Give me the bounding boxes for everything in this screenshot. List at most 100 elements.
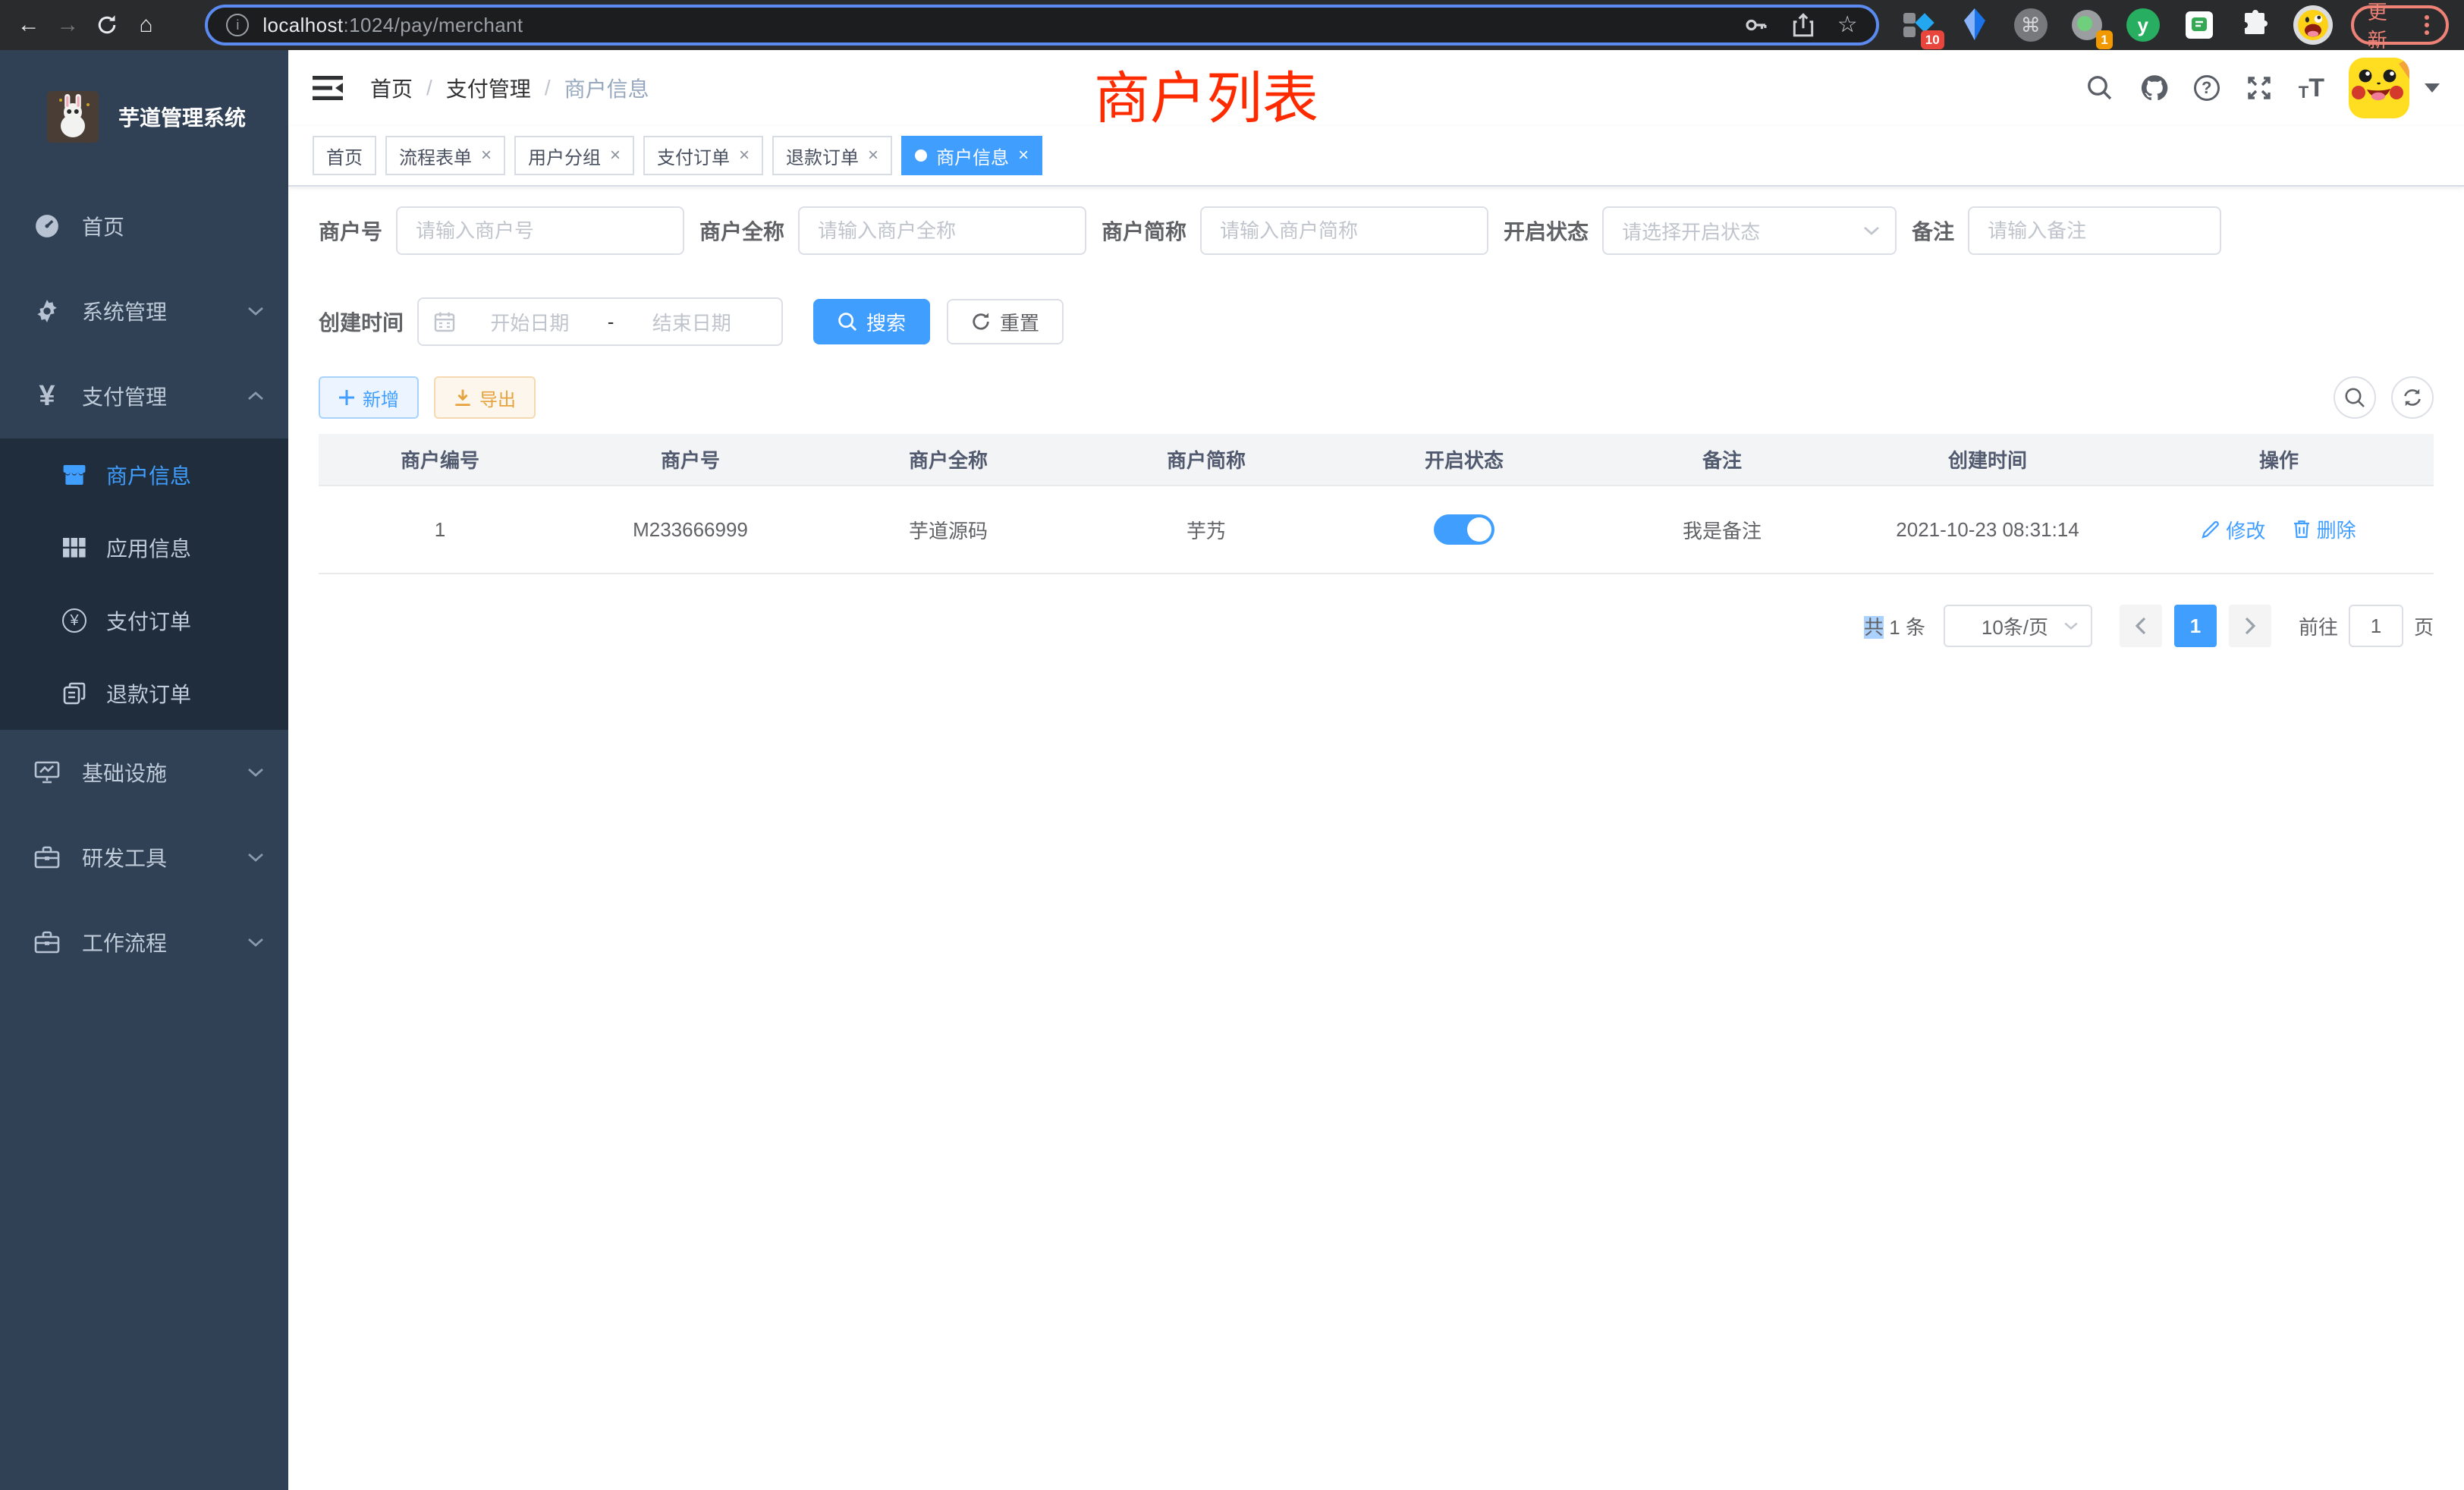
sidebar-item-pay-order[interactable]: ¥ 支付订单 (0, 584, 288, 657)
browser-back-button[interactable]: ← (9, 5, 49, 45)
notes-glyph (2184, 10, 2214, 40)
browser-update-button[interactable]: 更新 (2351, 5, 2449, 45)
browser-profile-avatar[interactable] (2293, 5, 2333, 45)
filter-create-time: 创建时间 开始日期 - 结束日期 (319, 297, 783, 346)
github-icon[interactable] (2139, 73, 2170, 103)
sidebar-item-system[interactable]: 系统管理 (0, 269, 288, 354)
url-path: :1024/pay/merchant (344, 14, 523, 36)
browser-forward-button[interactable]: → (49, 5, 88, 45)
tab-user-group[interactable]: 用户分组 × (514, 136, 634, 175)
breadcrumb-pay[interactable]: 支付管理 (446, 73, 531, 103)
chevron-right-icon (2244, 617, 2256, 635)
caret-down-icon[interactable] (2425, 83, 2440, 93)
browser-home-button[interactable]: ⌂ (127, 5, 166, 45)
extension-y-icon[interactable]: y (2125, 7, 2161, 43)
refresh-icon (971, 312, 991, 332)
extensions-puzzle-icon[interactable] (2237, 7, 2274, 43)
short-name-input[interactable] (1200, 206, 1488, 255)
browser-reload-button[interactable] (87, 5, 127, 45)
merchant-no-input[interactable] (396, 206, 684, 255)
page-1-button[interactable]: 1 (2174, 605, 2217, 647)
col-merchant-id: 商户编号 (319, 434, 561, 486)
refresh-table-button[interactable] (2391, 376, 2434, 419)
trash-icon (2293, 519, 2311, 539)
extension-vue-devtools-icon[interactable]: 10 (1900, 7, 1937, 43)
cell-full-name: 芋道源码 (819, 486, 1077, 574)
tab-merchant-info[interactable]: 商户信息 × (901, 136, 1042, 175)
sidebar-item-home[interactable]: 首页 (0, 184, 288, 269)
sidebar-item-app-info[interactable]: 应用信息 (0, 511, 288, 584)
filter-status: 开启状态 请选择开启状态 (1504, 206, 1897, 255)
puzzle-glyph (2240, 10, 2271, 40)
bookmark-star-icon[interactable]: ☆ (1837, 14, 1858, 36)
sidebar-item-infra[interactable]: 基础设施 (0, 730, 288, 815)
delete-button[interactable]: 删除 (2293, 515, 2356, 543)
cell-status (1335, 486, 1593, 574)
rabbit-logo-icon (47, 91, 99, 143)
password-key-icon[interactable] (1743, 12, 1769, 38)
font-size-icon[interactable]: TT (2299, 75, 2324, 101)
full-name-input[interactable] (798, 206, 1086, 255)
fullscreen-icon[interactable] (2244, 73, 2274, 103)
col-merchant-no: 商户号 (561, 434, 819, 486)
page-size-select[interactable]: 10条/页 (1944, 605, 2092, 647)
tab-home[interactable]: 首页 (313, 136, 376, 175)
next-page-button[interactable] (2229, 605, 2271, 647)
sidebar-collapse-icon[interactable] (313, 71, 346, 105)
add-button[interactable]: 新增 (319, 376, 419, 419)
date-range-picker[interactable]: 开始日期 - 结束日期 (417, 297, 783, 346)
extension-notes-icon[interactable] (2181, 7, 2217, 43)
sidebar-item-workflow[interactable]: 工作流程 (0, 900, 288, 985)
user-avatar[interactable] (2349, 58, 2409, 118)
prev-page-button[interactable] (2120, 605, 2162, 647)
remark-input[interactable] (1968, 206, 2221, 255)
download-icon (454, 388, 472, 407)
breadcrumb: 首页 / 支付管理 / 商户信息 (370, 73, 649, 103)
help-icon[interactable]: ? (2194, 75, 2220, 101)
close-icon[interactable]: × (610, 145, 621, 166)
browser-menu-dots-icon[interactable] (2425, 23, 2429, 27)
url-bar[interactable]: i localhost:1024/pay/merchant ☆ (205, 5, 1878, 46)
dashboard-icon (32, 213, 62, 239)
tab-process-form[interactable]: 流程表单 × (385, 136, 505, 175)
goto-suffix: 页 (2414, 612, 2434, 640)
toolbox-icon (32, 931, 62, 954)
goto-page-input[interactable] (2349, 605, 2403, 647)
edit-button[interactable]: 修改 (2202, 516, 2265, 544)
filter-row-2: 创建时间 开始日期 - 结束日期 (319, 297, 2434, 346)
close-icon[interactable]: × (868, 145, 878, 166)
screen: ← → ⌂ i localhost:1024/pay/merchant (0, 0, 2464, 1490)
sidebar-item-merchant-info[interactable]: 商户信息 (0, 439, 288, 511)
search-icon[interactable] (2085, 73, 2115, 103)
sidebar-item-pay[interactable]: ¥ 支付管理 (0, 354, 288, 439)
close-icon[interactable]: × (481, 145, 492, 166)
close-icon[interactable]: × (1018, 145, 1029, 166)
extension-command-icon[interactable]: ⌘ (2013, 7, 2049, 43)
yen-circle-icon: ¥ (61, 608, 88, 633)
filter-merchant-no: 商户号 (319, 206, 684, 255)
export-button[interactable]: 导出 (434, 376, 536, 419)
pagination-goto: 前往 页 (2299, 605, 2434, 647)
status-select[interactable]: 请选择开启状态 (1602, 206, 1897, 255)
site-info-icon[interactable]: i (226, 14, 249, 36)
close-icon[interactable]: × (739, 145, 750, 166)
sidebar-item-dev-tools[interactable]: 研发工具 (0, 815, 288, 900)
extension-recorder-icon[interactable]: 1 (2069, 7, 2105, 43)
tab-pay-order[interactable]: 支付订单 × (643, 136, 763, 175)
sidebar-item-refund-order[interactable]: 退款订单 (0, 657, 288, 730)
search-button[interactable]: 搜索 (813, 299, 930, 344)
share-icon[interactable] (1792, 12, 1815, 38)
status-toggle[interactable] (1434, 514, 1494, 545)
reset-button[interactable]: 重置 (947, 299, 1064, 344)
tab-refund-order[interactable]: 退款订单 × (772, 136, 892, 175)
extension-kite-icon[interactable] (1956, 7, 1993, 43)
sidebar-item-label: 工作流程 (82, 927, 167, 957)
breadcrumb-home[interactable]: 首页 (370, 73, 413, 103)
extension-badge-orange: 1 (2096, 30, 2112, 49)
sidebar-item-label: 退款订单 (106, 678, 191, 709)
show-search-button[interactable] (2334, 376, 2376, 419)
chevron-down-icon (247, 767, 264, 778)
monitor-icon (32, 760, 62, 784)
app-logo[interactable]: 芋道管理系统 (0, 50, 288, 184)
pikachu-avatar-image (2349, 58, 2409, 118)
